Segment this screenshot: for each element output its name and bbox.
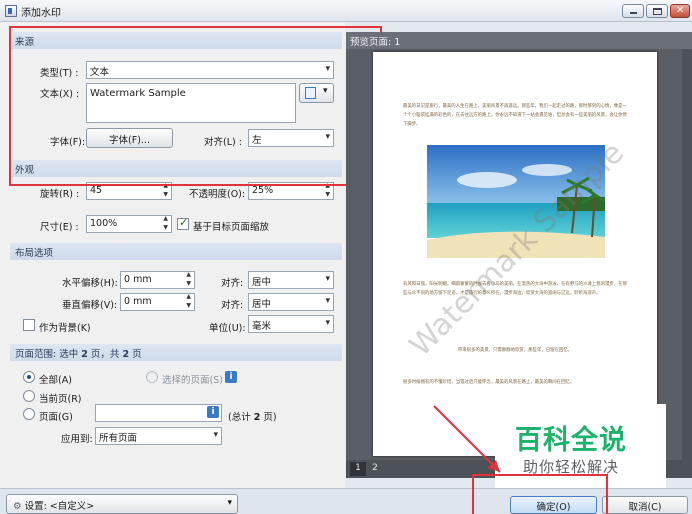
page-2-tab[interactable]: 2 (367, 462, 383, 476)
selected-pages-label: 选择的页面(S) (162, 375, 223, 386)
page-range-total: 2 (122, 349, 130, 360)
vertical-align-label: 对齐: (221, 300, 244, 311)
cancel-button[interactable]: 取消(C) (602, 496, 688, 514)
page-range-mid: 页，共 (90, 349, 120, 360)
preview-paragraph-4: 很多时候拥有的不懂珍惜，当错过后只能怀念，最美的风景在路上，最美的瞬间在回忆。 (403, 380, 575, 385)
preview-header: 预览页面: 1 (346, 32, 692, 49)
page-range-suffix: 页 (132, 349, 142, 360)
minimize-icon (630, 12, 637, 14)
pages-input[interactable] (95, 404, 222, 422)
scale-to-page-checkbox[interactable] (177, 216, 189, 230)
total-pages-count: 2 (253, 412, 261, 423)
rotation-label: 旋转(R) : (40, 189, 80, 200)
opacity-value: 25% (252, 185, 274, 196)
page-1-tab[interactable]: 1 (350, 462, 366, 476)
annotation-arrow (433, 405, 501, 473)
logo-title: 百科全说 (515, 425, 627, 456)
as-background-checkbox[interactable] (23, 319, 35, 331)
horizontal-offset-spinner[interactable]: 0 mm (120, 271, 195, 289)
opacity-label: 不透明度(O): (189, 189, 246, 200)
gear-icon: ⚙ (13, 501, 22, 512)
close-button[interactable]: ✕ (670, 4, 690, 18)
maximize-icon (653, 8, 662, 15)
all-pages-label: 全部(A) (39, 375, 72, 386)
size-value: 100% (90, 218, 118, 229)
vertical-align-select[interactable]: 居中 (248, 293, 334, 311)
size-spinner[interactable]: 100% (86, 215, 172, 233)
page-range-group-header: 页面范围: 选中 2 页，共 2 页 (10, 344, 342, 361)
preview-page: 最美的日记是旅行，最美的人生在路上，美丽风景不再遥远。那些年，我们一起走过的路，… (373, 52, 657, 456)
horizontal-align-select[interactable]: 居中 (248, 271, 334, 289)
minimize-button[interactable] (622, 4, 644, 18)
all-pages-radio[interactable] (23, 371, 35, 383)
info-icon[interactable]: i (225, 371, 237, 383)
close-icon: ✕ (676, 5, 685, 16)
selected-pages-radio[interactable] (146, 371, 158, 383)
pages-label: 页面(G) (39, 412, 73, 423)
horizontal-align-label: 对齐: (221, 278, 244, 289)
settings-label: 设置: (24, 501, 47, 512)
total-pages-label: (总计 2 页) (228, 409, 277, 423)
horizontal-align-value: 居中 (252, 277, 272, 288)
apply-to-select[interactable]: 所有页面 (95, 427, 222, 445)
apply-to-label: 应用到: (61, 434, 93, 445)
maximize-button[interactable] (646, 4, 668, 18)
size-label: 尺寸(E) : (40, 222, 79, 233)
unit-value: 毫米 (252, 321, 272, 332)
unit-select[interactable]: 毫米 (248, 315, 334, 333)
unit-label: 单位(U): (209, 323, 246, 334)
page-range-selected: 2 (81, 349, 88, 360)
rotation-value: 45 (90, 185, 103, 196)
total-suffix: 页) (263, 412, 277, 423)
preview-scrollbar[interactable] (682, 49, 692, 460)
window-title: 添加水印 (21, 8, 61, 19)
page-range-prefix: 页面范围: 选中 (15, 349, 79, 360)
scale-to-page-label: 基于目标页面缩放 (193, 222, 270, 233)
preview-paragraph-1: 最美的日记是旅行，最美的人生在路上，美丽风景不再遥远。那些年，我们一起走过的路，… (403, 104, 627, 127)
apply-to-value: 所有页面 (99, 433, 138, 444)
current-page-label: 当前页(R) (39, 394, 82, 405)
highlight-box (9, 26, 382, 186)
vertical-offset-label: 垂直偏移(V): (62, 300, 118, 311)
settings-chevron-icon: ▾ (227, 498, 232, 508)
vertical-offset-spinner[interactable]: 0 mm (120, 293, 195, 311)
layout-group-header: 布局选项 (10, 243, 342, 260)
settings-select[interactable]: ⚙ 设置: <自定义> ▾ (6, 494, 238, 514)
horizontal-offset-label: 水平偏移(H): (62, 278, 118, 289)
settings-value: <自定义> (49, 501, 95, 512)
title-bar (0, 0, 692, 22)
vertical-offset-value: 0 mm (124, 296, 152, 307)
pages-radio[interactable] (23, 408, 35, 420)
total-prefix: (总计 (228, 412, 251, 423)
as-background-label: 作为背景(K) (39, 323, 91, 334)
app-icon (5, 5, 17, 17)
current-page-radio[interactable] (23, 390, 35, 402)
horizontal-offset-value: 0 mm (124, 274, 152, 285)
vertical-align-value: 居中 (252, 299, 272, 310)
pages-info-icon[interactable]: i (207, 406, 219, 418)
